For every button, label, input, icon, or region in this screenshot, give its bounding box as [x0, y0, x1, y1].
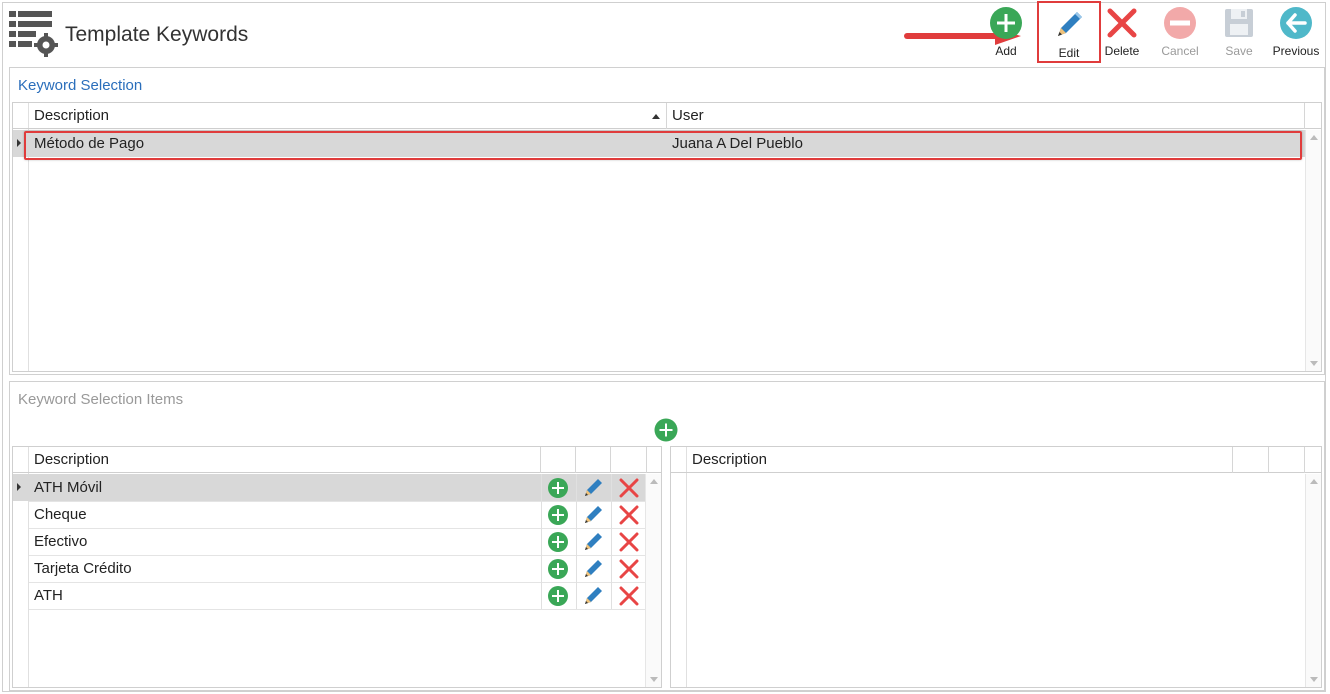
cancel-button[interactable]: Cancel [1151, 3, 1209, 61]
column-header-label: Description [692, 451, 768, 468]
delete-button[interactable]: Delete [1093, 3, 1151, 61]
add-button[interactable]: Add [977, 3, 1035, 61]
item-description: Tarjeta Crédito [34, 560, 132, 577]
cancel-icon [1164, 7, 1196, 39]
row-divider [29, 582, 645, 583]
back-arrow-icon [1280, 7, 1312, 39]
vertical-scrollbar[interactable] [645, 474, 661, 687]
scroll-up-icon[interactable] [1310, 135, 1318, 140]
column-header-label: User [672, 107, 704, 124]
row-add-icon[interactable] [547, 504, 569, 526]
scroll-up-icon[interactable] [1310, 479, 1318, 484]
delete-label: Delete [1104, 44, 1140, 58]
row-divider [29, 528, 645, 529]
add-icon [990, 7, 1022, 39]
sub-items-grid: Description [670, 446, 1322, 688]
row-edit-pencil-icon[interactable] [582, 531, 604, 553]
header: Template Keywords Add Edit Delete Cancel… [3, 1, 1327, 67]
column-header-label: Description [34, 107, 110, 124]
current-row-indicator-icon [17, 483, 21, 491]
scroll-down-icon[interactable] [1310, 361, 1318, 366]
column-header-label: Description [34, 451, 110, 468]
grid-header: Description User [13, 103, 1321, 129]
column-divider [611, 474, 612, 609]
window-frame: Template Keywords Add Edit Delete Cancel… [2, 1, 1327, 692]
row-delete-x-icon[interactable] [618, 531, 640, 553]
column-header-add [541, 447, 576, 473]
column-divider [576, 474, 577, 609]
row-add-icon[interactable] [547, 477, 569, 499]
grid-header: Description [671, 447, 1321, 473]
add-label: Add [995, 44, 1017, 58]
item-description: ATH Móvil [34, 479, 103, 496]
row-delete-x-icon[interactable] [618, 558, 640, 580]
keyword-items-title: Keyword Selection Items [18, 391, 184, 408]
red-highlight-annotation [24, 131, 1302, 160]
row-add-icon[interactable] [547, 585, 569, 607]
row-divider [29, 609, 645, 610]
vertical-scrollbar[interactable] [1305, 474, 1321, 687]
row-delete-x-icon[interactable] [618, 585, 640, 607]
keyword-items-panel: Keyword Selection Items Description ATH … [9, 381, 1325, 691]
edit-label: Edit [1058, 46, 1080, 60]
sort-ascending-icon [652, 114, 660, 119]
column-header-delete [1269, 447, 1305, 473]
add-item-icon[interactable] [654, 418, 678, 442]
row-divider [29, 555, 645, 556]
row-divider [29, 501, 645, 502]
column-header-description[interactable]: Description [29, 447, 541, 473]
scroll-down-icon[interactable] [1310, 677, 1318, 682]
item-description: ATH [34, 587, 63, 604]
row-add-icon[interactable] [547, 558, 569, 580]
row-edit-pencil-icon[interactable] [582, 504, 604, 526]
row-edit-pencil-icon[interactable] [582, 585, 604, 607]
scroll-down-icon[interactable] [650, 677, 658, 682]
pencil-icon [1058, 12, 1082, 36]
row-delete-x-icon[interactable] [618, 477, 640, 499]
grid-settings-icon [9, 11, 58, 57]
keyword-selection-title: Keyword Selection [18, 77, 143, 94]
floppy-disk-icon [1225, 9, 1253, 37]
row-indicator-column [671, 447, 687, 687]
page-title: Template Keywords [65, 23, 249, 46]
item-description: Efectivo [34, 533, 88, 550]
keyword-items-grid: Description ATH Móvil Cheque Efectivo Ta… [12, 446, 662, 688]
column-header-description[interactable]: Description [29, 103, 667, 129]
column-divider [541, 474, 542, 609]
previous-label: Previous [1272, 44, 1320, 58]
current-row-indicator-icon [17, 139, 21, 147]
column-header-delete [611, 447, 647, 473]
row-add-icon[interactable] [547, 531, 569, 553]
save-label: Save [1225, 44, 1253, 58]
previous-button[interactable]: Previous [1267, 3, 1325, 61]
row-edit-pencil-icon[interactable] [582, 558, 604, 580]
keyword-selection-panel: Keyword Selection Description User Métod… [9, 67, 1325, 375]
delete-x-icon [1107, 8, 1137, 38]
column-header-user[interactable]: User [667, 103, 1305, 129]
column-header-description[interactable]: Description [687, 447, 1233, 473]
edit-button[interactable]: Edit [1037, 1, 1101, 63]
row-delete-x-icon[interactable] [618, 504, 640, 526]
column-header-edit [576, 447, 611, 473]
cancel-label: Cancel [1161, 44, 1199, 58]
column-header-edit [1233, 447, 1269, 473]
grid-header: Description [13, 447, 661, 473]
save-button[interactable]: Save [1210, 3, 1268, 61]
item-description: Cheque [34, 506, 87, 523]
scroll-up-icon[interactable] [650, 479, 658, 484]
vertical-scrollbar[interactable] [1305, 130, 1321, 371]
row-edit-pencil-icon[interactable] [582, 477, 604, 499]
